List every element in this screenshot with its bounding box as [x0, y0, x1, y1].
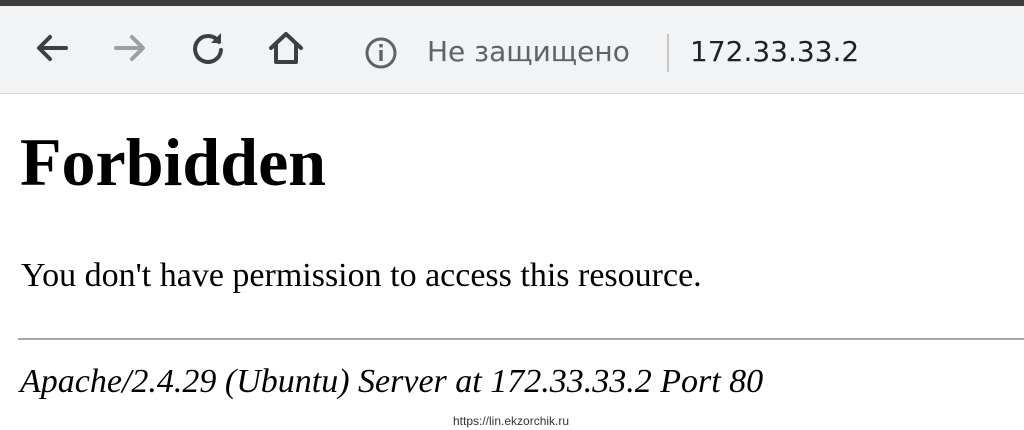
divider	[18, 338, 1024, 340]
arrow-right-icon	[114, 35, 145, 61]
info-circle-icon[interactable]	[364, 36, 398, 70]
page-title: Forbidden	[20, 124, 327, 200]
watermark: https://lin.ekzorchik.ru	[453, 414, 570, 428]
server-signature: Apache/2.4.29 (Ubuntu) Server at 172.33.…	[20, 363, 764, 400]
home-button[interactable]	[264, 26, 308, 70]
page-content: Forbidden You don't have permission to a…	[0, 94, 1024, 430]
security-status-label[interactable]: Не защищено	[427, 34, 630, 70]
url-text[interactable]: 172.33.33.2	[690, 34, 859, 70]
back-button[interactable]	[30, 26, 74, 70]
address-divider	[667, 34, 669, 72]
forward-button[interactable]	[108, 26, 152, 70]
home-icon	[269, 32, 303, 64]
arrow-left-icon	[37, 35, 68, 61]
reload-icon	[193, 33, 223, 64]
reload-button[interactable]	[186, 26, 230, 70]
error-message: You don't have permission to access this…	[21, 257, 702, 294]
browser-toolbar: Не защищено 172.33.33.2	[0, 6, 1024, 94]
address-bar[interactable]: Не защищено 172.33.33.2	[350, 16, 1020, 82]
